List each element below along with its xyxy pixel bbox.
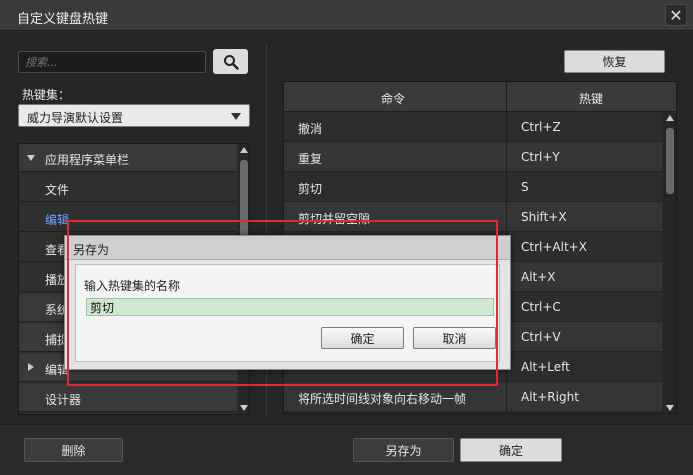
- table-row[interactable]: 重复 Ctrl+Y: [284, 142, 662, 172]
- command-cell: 剪切: [298, 182, 323, 196]
- expand-down-icon: [27, 155, 35, 161]
- command-cell: 撤消: [298, 122, 323, 136]
- command-cell: 重复: [298, 152, 323, 166]
- keyset-label: 热键集：: [22, 88, 71, 102]
- tree-label: 设计器: [45, 393, 82, 407]
- hotkey-cell: Alt+Left: [521, 360, 570, 374]
- cell-separator: [506, 382, 507, 412]
- hotkey-cell: Ctrl+V: [521, 330, 561, 344]
- save-as-dialog: 另存为 输入热键集的名称 确定 取消: [64, 235, 511, 370]
- hotkey-cell: Ctrl+Alt+X: [521, 240, 587, 254]
- grid-scroll-thumb[interactable]: [666, 128, 674, 194]
- expand-right-icon: [28, 363, 34, 371]
- command-cell: 将所选时间线对象向右移动一帧: [298, 392, 467, 406]
- cell-separator: [506, 202, 507, 232]
- scroll-down-icon[interactable]: [240, 405, 248, 411]
- scroll-down-icon[interactable]: [666, 405, 674, 411]
- scroll-up-icon[interactable]: [240, 147, 248, 153]
- column-header-command[interactable]: 命令: [381, 90, 405, 107]
- ok-button[interactable]: 确定: [460, 438, 562, 462]
- title-bar: 自定义键盘热键 ✕: [0, 0, 693, 31]
- hotkey-cell: Alt+Right: [521, 390, 579, 404]
- cell-separator: [506, 142, 507, 172]
- dialog-prompt: 输入热键集的名称: [84, 279, 181, 293]
- dialog-title: 另存为: [73, 243, 110, 257]
- dialog-cancel-button[interactable]: 取消: [413, 327, 496, 349]
- search-box[interactable]: [18, 51, 206, 73]
- dialog-ok-button[interactable]: 确定: [321, 327, 404, 349]
- window-title: 自定义键盘热键: [17, 12, 109, 27]
- dialog-body: 输入热键集的名称 确定 取消: [75, 264, 500, 362]
- table-row[interactable]: 撤消 Ctrl+Z: [284, 112, 662, 142]
- tree-label: 应用程序菜单栏: [45, 153, 130, 167]
- tree-item-file[interactable]: 文件: [19, 174, 237, 202]
- chevron-down-icon: [231, 113, 241, 120]
- column-separator: [506, 82, 507, 112]
- close-icon: ✕: [669, 5, 683, 25]
- hotkey-cell: Ctrl+Z: [521, 120, 561, 134]
- table-row[interactable]: 剪切 S: [284, 172, 662, 202]
- hotkey-cell: Alt+X: [521, 270, 556, 284]
- keyset-name-input[interactable]: [86, 298, 494, 316]
- delete-button[interactable]: 删除: [24, 438, 123, 462]
- cell-separator: [506, 172, 507, 202]
- tree-label: 编辑: [45, 213, 70, 227]
- hotkey-cell: Shift+X: [521, 210, 567, 224]
- search-icon: [223, 54, 239, 70]
- search-button[interactable]: [213, 49, 248, 74]
- grid-header: 命令 热键: [284, 82, 676, 112]
- hotkey-cell: S: [521, 180, 529, 194]
- keyset-dropdown[interactable]: 威力导演默认设置: [18, 104, 250, 127]
- command-cell: 剪切并留空隙: [298, 212, 371, 226]
- column-header-hotkey[interactable]: 热键: [579, 90, 603, 107]
- tree-category-app-menu[interactable]: 应用程序菜单栏: [19, 144, 237, 172]
- hotkey-cell: Ctrl+C: [521, 300, 561, 314]
- restore-button[interactable]: 恢复: [564, 50, 665, 73]
- keyset-selected-value: 威力导演默认设置: [27, 111, 124, 125]
- table-row[interactable]: 将所选时间线对象向右移动一帧 Alt+Right: [284, 382, 662, 412]
- hotkey-cell: Ctrl+Y: [521, 150, 560, 164]
- tree-category-designer[interactable]: 设计器: [19, 384, 237, 412]
- tree-scroll-thumb[interactable]: [240, 160, 248, 240]
- table-row[interactable]: 剪切并留空隙 Shift+X: [284, 202, 662, 232]
- cell-separator: [506, 112, 507, 142]
- dialog-title-bar[interactable]: 另存为: [65, 236, 510, 260]
- tree-item-edit[interactable]: 编辑: [19, 204, 237, 232]
- tree-label: 文件: [45, 183, 70, 197]
- save-as-button[interactable]: 另存为: [353, 438, 454, 462]
- grid-scrollbar[interactable]: [663, 112, 676, 413]
- scroll-up-icon[interactable]: [666, 115, 674, 121]
- search-input[interactable]: [19, 52, 205, 72]
- close-button[interactable]: ✕: [665, 4, 687, 26]
